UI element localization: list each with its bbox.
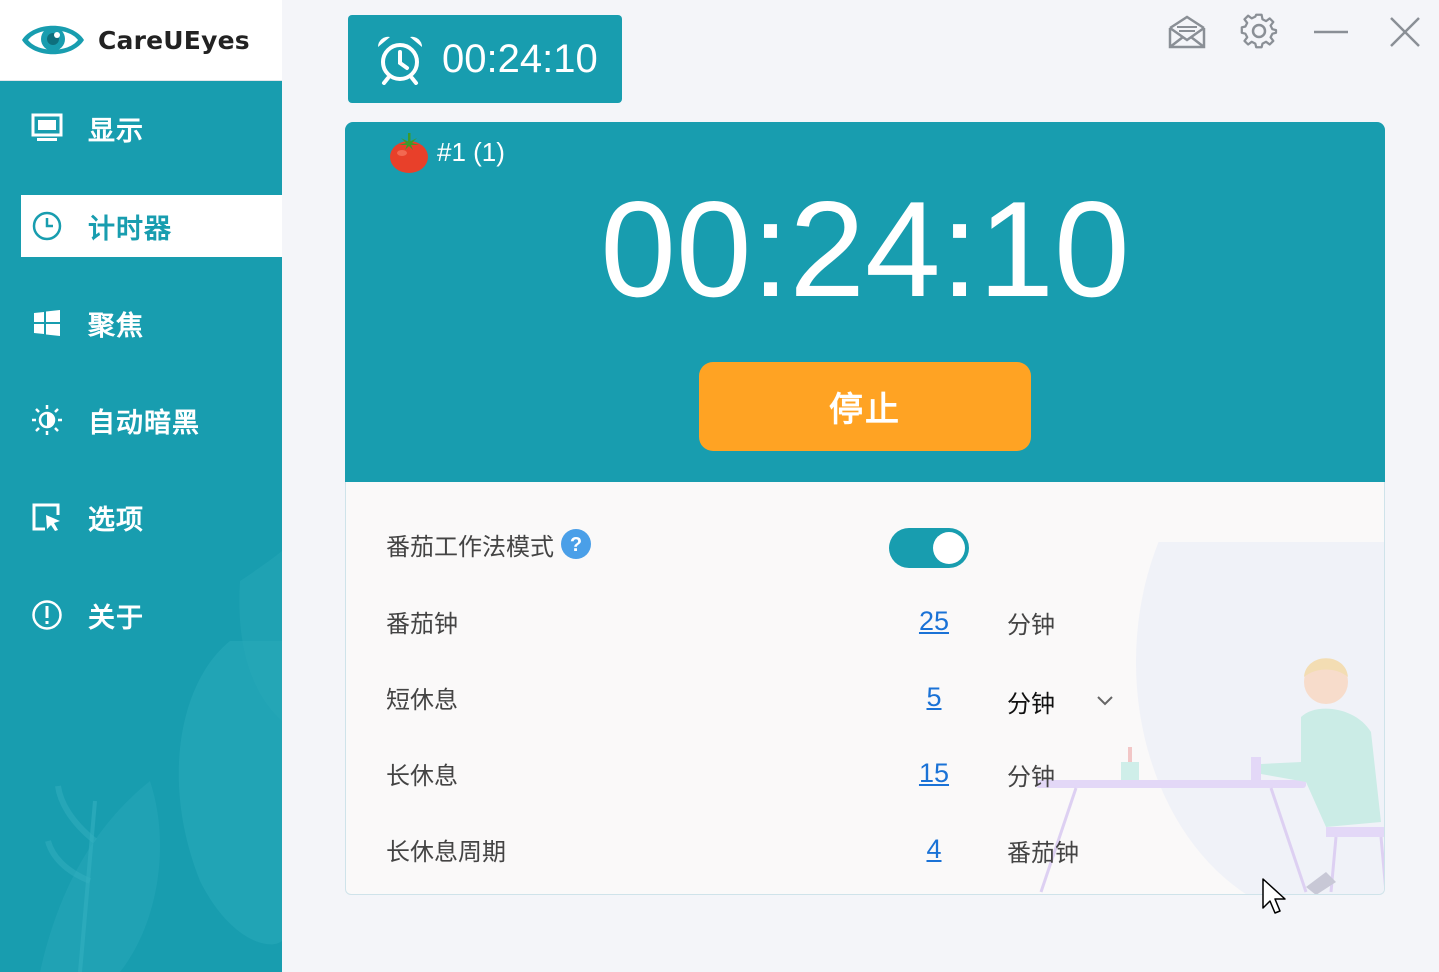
short-break-unit-select[interactable]: 分钟 [1007, 684, 1055, 719]
close-icon [1390, 17, 1420, 47]
long-break-minutes-value[interactable]: 15 [904, 758, 964, 789]
settings-gear-icon [1240, 13, 1278, 49]
round-indicator: #1 (1) [387, 130, 505, 174]
chevron-down-icon[interactable] [1094, 689, 1116, 711]
mail-icon [1168, 15, 1206, 49]
sidebar-item-display[interactable]: 显示 [0, 97, 282, 159]
sidebar-item-label: 聚焦 [88, 310, 144, 342]
windows-icon [30, 306, 64, 340]
settings-button[interactable] [1237, 10, 1281, 54]
pomodoro-unit: 分钟 [1007, 611, 1055, 639]
auto-dark-icon [30, 403, 64, 437]
round-label: #1 (1) [437, 136, 505, 167]
minimize-button[interactable] [1309, 10, 1353, 54]
tomato-icon [390, 133, 428, 173]
timer-panel: #1 (1) 00:24:10 停止 [345, 122, 1385, 483]
pomodoro-settings-panel: 番茄工作法模式 ? 番茄钟 25 分钟 短休息 5 分钟 长休息 15 分钟 长… [345, 482, 1385, 895]
close-button[interactable] [1383, 10, 1427, 54]
sidebar: 显示 计时器 聚焦 自动暗黑 选项 关于 [0, 81, 282, 972]
pomodoro-mode-toggle[interactable] [889, 528, 969, 568]
pomodoro-mode-row: 番茄工作法模式 ? [386, 524, 592, 564]
sidebar-item-timer[interactable]: 计时器 [21, 195, 282, 257]
sidebar-item-label: 自动暗黑 [88, 407, 200, 439]
sidebar-item-options[interactable]: 选项 [0, 486, 282, 548]
pomodoro-mode-label: 番茄工作法模式 [386, 532, 554, 561]
toggle-knob [933, 532, 965, 564]
long-break-cycle-value[interactable]: 4 [904, 834, 964, 865]
person-at-desk-illustration [1036, 542, 1384, 894]
sidebar-item-about[interactable]: 关于 [0, 584, 282, 646]
short-break-label: 短休息 [386, 685, 458, 714]
long-break-cycle-label: 长休息周期 [386, 837, 506, 866]
sidebar-item-label: 计时器 [88, 213, 172, 245]
countdown-display: 00:24:10 [600, 173, 1130, 325]
mouse-cursor-icon [1262, 878, 1286, 914]
minimize-icon [1314, 30, 1348, 34]
app-brand: CareUEyes [0, 0, 282, 81]
clock-icon [30, 209, 64, 243]
sidebar-item-auto-dark[interactable]: 自动暗黑 [0, 389, 282, 451]
long-break-cycle-row: 长休息周期 [386, 829, 506, 869]
pomodoro-label: 番茄钟 [386, 609, 458, 638]
long-break-label: 长休息 [386, 761, 458, 790]
alarm-clock-icon [377, 36, 423, 85]
pomodoro-minutes-value[interactable]: 25 [904, 606, 964, 637]
svg-text:?: ? [570, 534, 582, 556]
tab-timer-value: 00:24:10 [442, 36, 598, 81]
question-icon[interactable]: ? [560, 528, 592, 560]
short-break-row: 短休息 [386, 677, 458, 717]
mail-button[interactable] [1165, 10, 1209, 54]
sidebar-item-label: 关于 [88, 602, 144, 634]
long-break-row: 长休息 [386, 753, 458, 793]
pomodoro-row: 番茄钟 [386, 601, 458, 641]
info-icon [30, 598, 64, 632]
short-break-minutes-value[interactable]: 5 [904, 682, 964, 713]
long-break-unit: 分钟 [1007, 763, 1055, 791]
stop-button[interactable]: 停止 [699, 362, 1031, 451]
app-name: CareUEyes [98, 25, 250, 55]
sidebar-item-label: 显示 [88, 115, 144, 147]
options-icon [30, 500, 64, 534]
monitor-icon [30, 111, 64, 145]
sidebar-item-label: 选项 [88, 504, 144, 536]
long-break-cycle-unit: 番茄钟 [1007, 839, 1079, 867]
sidebar-item-focus[interactable]: 聚焦 [0, 292, 282, 354]
timer-tab[interactable]: 00:24:10 [348, 15, 622, 103]
eye-logo-icon [22, 25, 84, 55]
